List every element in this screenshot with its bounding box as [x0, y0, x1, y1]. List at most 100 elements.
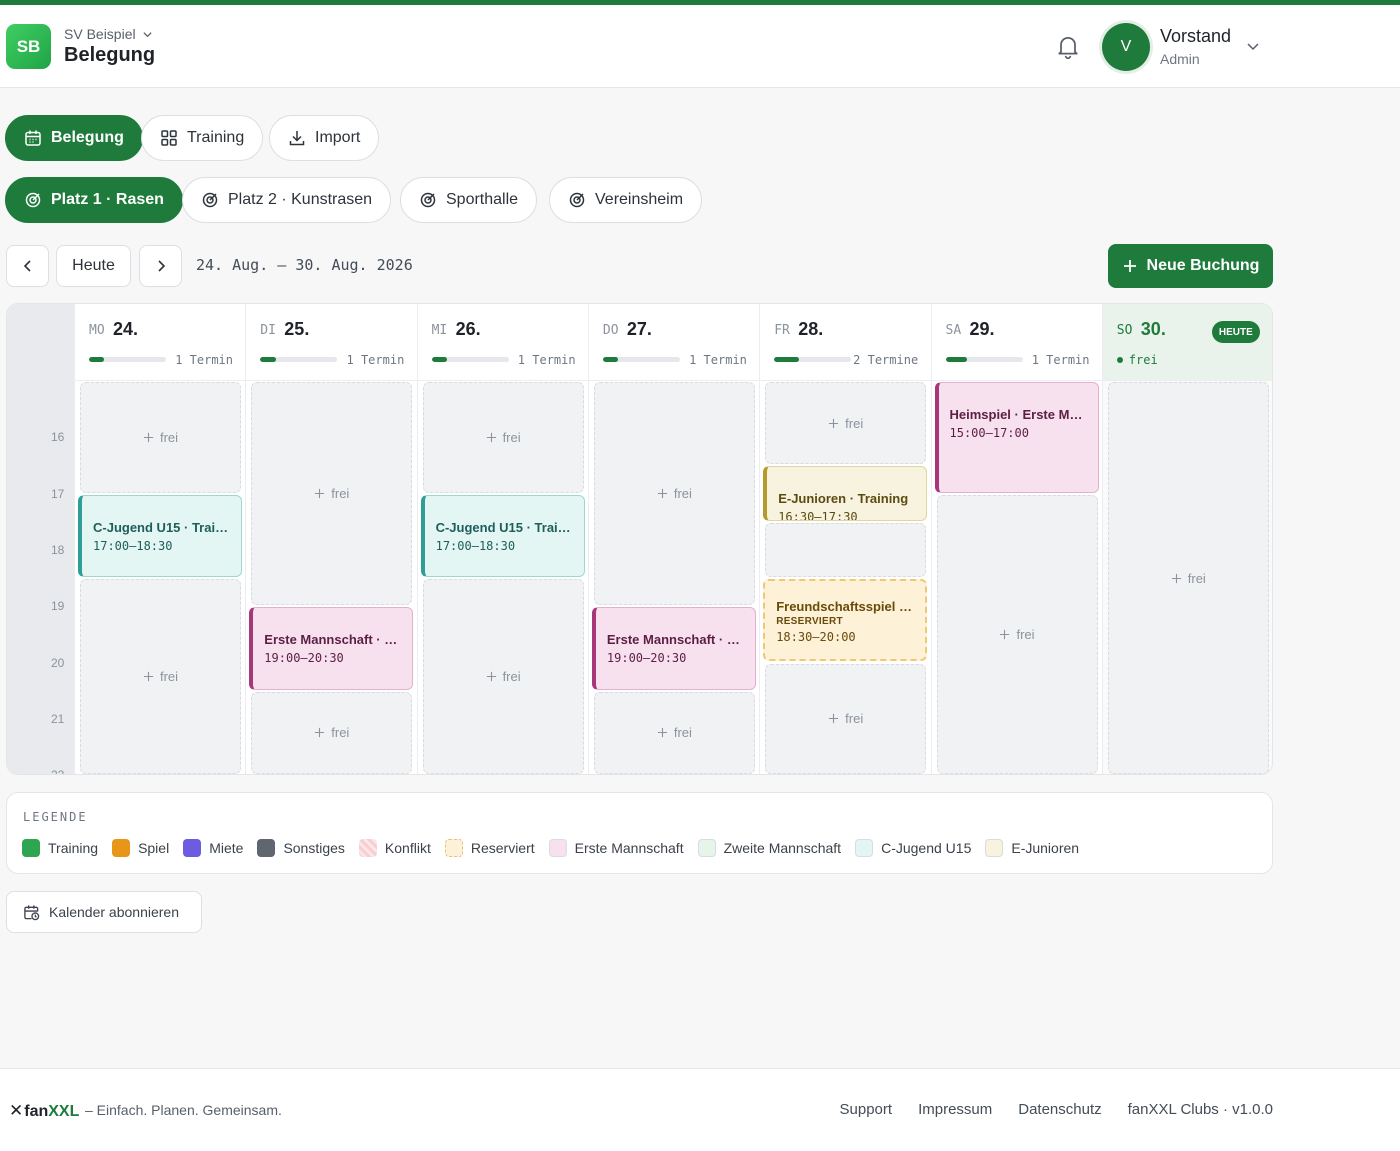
- hour-gutter: 16 17 18 19 20 21 22: [7, 304, 74, 774]
- occupancy-fill: [431, 357, 447, 362]
- bell-icon[interactable]: [1054, 32, 1082, 60]
- booking-count: 2 Termine: [853, 353, 919, 367]
- club-name: SV Beispiel: [64, 26, 136, 42]
- user-name[interactable]: Vorstand: [1160, 26, 1231, 47]
- legend-swatch: [22, 839, 40, 857]
- booking-count: 1 Termin: [1031, 353, 1090, 367]
- next-week-button[interactable]: [139, 245, 182, 287]
- target-icon: [202, 192, 218, 208]
- booking-count: 1 Termin: [175, 353, 233, 367]
- day-column: MI 26. 1 Termin frei C-Jugend U15 · Training…: [416, 304, 589, 774]
- legend-item: Erste Mannschaft: [548, 839, 684, 857]
- event-time: 17:00–18:30: [435, 538, 516, 553]
- free-slot[interactable]: frei: [1107, 382, 1269, 774]
- free-slot-label: frei: [845, 415, 864, 431]
- event-status: RESERVIERT: [776, 616, 843, 628]
- event-title: Freundschaftsspiel · Zweite Mannschaft: [776, 599, 915, 615]
- free-slot-label: frei: [331, 725, 350, 741]
- footer-link-impressum[interactable]: Impressum: [918, 1101, 992, 1118]
- day-header[interactable]: MO 24. 1 Termin: [75, 304, 246, 381]
- legend-swatch: [985, 839, 1004, 857]
- prev-week-button[interactable]: [6, 245, 49, 287]
- tab-belegung[interactable]: Belegung: [5, 115, 143, 161]
- club-logo[interactable]: SB: [6, 24, 51, 69]
- free-slot[interactable]: frei: [593, 382, 755, 606]
- booking-event[interactable]: Erste Mannschaft · Training 19:00–20:30: [591, 607, 756, 690]
- booking-event[interactable]: Heimspiel · Erste Mannschaft 15:00–17:00: [934, 382, 1099, 493]
- free-slot[interactable]: frei: [593, 691, 755, 774]
- plus-icon: [486, 432, 496, 442]
- venue-platz-1[interactable]: Platz 1 · Rasen: [5, 177, 183, 223]
- free-slot[interactable]: frei: [251, 691, 413, 774]
- free-slot[interactable]: frei: [765, 382, 927, 465]
- free-slot[interactable]: frei: [80, 382, 241, 493]
- venue-label: Platz 1 · Rasen: [51, 191, 164, 208]
- day-column: FR 28. 2 Termine frei E-Junioren · Training 1…: [759, 304, 932, 774]
- subscribe-calendar-button[interactable]: Kalender abonnieren: [6, 891, 202, 933]
- fanxxl-logo: ✕ fan XXL: [9, 1101, 79, 1121]
- occupancy-bar: [89, 357, 166, 362]
- calendar-clock-icon: [24, 904, 40, 920]
- day-header[interactable]: SA 29. 1 Termin: [931, 304, 1103, 381]
- new-booking-button[interactable]: Neue Buchung: [1108, 244, 1273, 288]
- free-slot-label: frei: [159, 429, 179, 445]
- free-slot[interactable]: frei: [936, 494, 1098, 774]
- day-header[interactable]: DI 25. 1 Termin: [246, 304, 418, 381]
- hour-label: 17: [51, 486, 65, 501]
- footer-version: fanXXL Clubs · v1.0.0: [1127, 1101, 1273, 1118]
- tagline: – Einfach. Planen. Gemeinsam.: [85, 1102, 282, 1118]
- free-slot[interactable]: [765, 522, 927, 578]
- occupancy-fill: [945, 357, 968, 362]
- day-header[interactable]: FR 28. 2 Termine: [760, 304, 932, 381]
- free-slot[interactable]: frei: [422, 382, 584, 493]
- today-button[interactable]: Heute: [56, 245, 131, 287]
- brand-prefix: fan: [24, 1103, 49, 1120]
- event-title: Heimspiel · Erste Mannschaft: [949, 407, 1088, 422]
- legend-label: Erste Mannschaft: [574, 840, 684, 856]
- event-time: 15:00–17:00: [949, 426, 1029, 440]
- chevron-down-icon[interactable]: [1245, 38, 1261, 54]
- free-slot[interactable]: frei: [251, 382, 413, 606]
- booking-event[interactable]: C-Jugend U15 · Training 17:00–18:30: [78, 494, 242, 578]
- day-header[interactable]: DO 27. 1 Termin: [588, 304, 760, 381]
- plus-icon: [315, 489, 325, 499]
- club-switcher[interactable]: SV Beispiel: [64, 26, 153, 42]
- free-slot[interactable]: frei: [422, 579, 584, 774]
- footer-link-datenschutz[interactable]: Datenschutz: [1018, 1101, 1101, 1118]
- footer-link-support[interactable]: Support: [840, 1101, 893, 1118]
- today-badge: HEUTE: [1211, 321, 1260, 343]
- tab-training[interactable]: Training: [141, 115, 264, 161]
- user-avatar[interactable]: V: [1102, 23, 1150, 71]
- booking-event[interactable]: Freundschaftsspiel · Zweite MannschaftRE…: [763, 579, 928, 662]
- free-slot-label: frei: [1187, 570, 1206, 586]
- chevron-left-icon: [23, 260, 31, 272]
- legend-swatch: [697, 839, 716, 857]
- free-slot-label: frei: [673, 725, 692, 741]
- tab-import[interactable]: Import: [269, 115, 380, 161]
- day-column: DI 25. 1 Termin frei Erste Mannschaft · Trai…: [245, 304, 418, 774]
- brand-mark-icon: ✕: [9, 1101, 24, 1120]
- legend-item: Sonstiges: [257, 839, 345, 857]
- venue-platz-2[interactable]: Platz 2 · Kunstrasen: [182, 177, 392, 223]
- booking-event[interactable]: E-Junioren · Training 16:30–17:30: [763, 466, 928, 521]
- free-slot[interactable]: frei: [765, 663, 927, 774]
- tab-label: Belegung: [51, 129, 124, 146]
- event-time: 19:00–20:30: [606, 651, 687, 666]
- event-title: Erste Mannschaft · Training: [264, 632, 402, 648]
- venue-sporthalle[interactable]: Sporthalle: [400, 177, 538, 223]
- event-title: C-Jugend U15 · Training: [93, 519, 231, 535]
- venue-vereinsheim[interactable]: Vereinsheim: [549, 177, 703, 223]
- free-slot[interactable]: frei: [80, 579, 241, 774]
- day-header[interactable]: MI 26. 1 Termin: [417, 304, 589, 381]
- chevron-down-icon: [142, 31, 152, 37]
- legend-item: Zweite Mannschaft: [697, 839, 841, 857]
- occupancy-fill: [602, 357, 619, 362]
- booking-event[interactable]: Erste Mannschaft · Training 19:00–20:30: [249, 607, 414, 690]
- plus-icon: [315, 728, 325, 738]
- plus-icon: [657, 489, 667, 499]
- legend-label: C-Jugend U15: [881, 840, 972, 856]
- legend-items: Training Spiel Miete Sonstiges Konflikt Reser…: [22, 839, 1079, 857]
- day-header[interactable]: SO 30. HEUTE frei: [1102, 304, 1272, 381]
- app-footer: ✕ fan XXL – Einfach. Planen. Gemeinsam. …: [0, 1068, 1400, 1151]
- booking-event[interactable]: C-Jugend U15 · Training 17:00–18:30: [420, 494, 585, 578]
